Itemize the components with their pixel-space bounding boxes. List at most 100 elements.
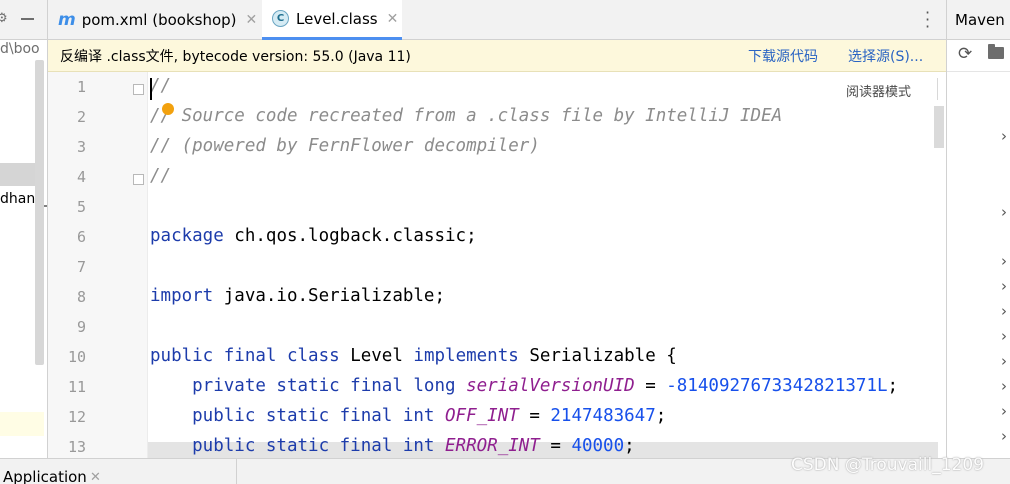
code-token: ch.qos.logback.classic; <box>223 226 477 246</box>
code-token: = <box>634 376 667 396</box>
maven-header: Maven <box>947 0 1010 40</box>
code-line[interactable]: // Source code recreated from a .class f… <box>150 106 782 126</box>
tab-label: pom.xml (bookshop) <box>81 11 237 29</box>
line-number: 3 <box>76 138 86 156</box>
code-line[interactable]: import java.io.Serializable; <box>150 286 445 306</box>
tab-pom-xml[interactable]: m pom.xml (bookshop) ✕ <box>58 0 257 40</box>
chevron-right-icon[interactable]: › <box>1001 352 1007 370</box>
code-token: ; <box>655 406 667 426</box>
maven-toolbar: ⟳ <box>947 40 1010 72</box>
line-number: 1 <box>76 78 86 96</box>
code-line[interactable]: public static final int ERROR_INT = 4000… <box>150 436 635 456</box>
chevron-right-icon[interactable]: › <box>1001 203 1007 221</box>
tab-level-class[interactable]: C Level.class ✕ <box>262 0 402 40</box>
tab-label: Level.class <box>296 9 378 28</box>
maven-title: Maven <box>955 11 1005 29</box>
code-token: // Source code recreated from a .class f… <box>150 106 783 126</box>
project-scrollbar[interactable] <box>35 60 44 365</box>
chevron-right-icon[interactable]: › <box>1001 327 1007 345</box>
chevron-right-icon[interactable]: › <box>1001 427 1007 445</box>
maven-panel: Maven ⟳ › › › › › › › › › › <box>946 0 1010 458</box>
code-line[interactable]: // <box>150 166 171 186</box>
code-token: ; <box>887 376 899 396</box>
code-token: public static final int <box>150 406 446 426</box>
download-sources-link[interactable]: 下载源代码 <box>748 46 818 66</box>
highlighted-tree-row[interactable] <box>0 412 44 436</box>
code-token: OFF_INT <box>445 406 519 426</box>
watermark: CSDN @Trouvaill_1209 <box>791 455 984 475</box>
code-token: = <box>539 436 572 456</box>
code-token: Level <box>339 346 414 366</box>
fold-marker-icon[interactable] <box>133 174 144 185</box>
code-token: Serializable { <box>518 346 677 366</box>
line-number: 8 <box>76 288 86 306</box>
chevron-right-icon[interactable]: › <box>1001 127 1007 145</box>
folder-icon[interactable] <box>988 44 1004 59</box>
code-token: public final class <box>150 346 340 366</box>
code-token: // (powered by FernFlower decompiler) <box>150 136 540 156</box>
line-number: 2 <box>76 108 86 126</box>
intention-bulb-icon[interactable] <box>162 103 174 115</box>
more-vertical-icon[interactable]: · · · <box>925 5 930 35</box>
code-token: private static final long <box>150 376 467 396</box>
code-token: 40000 <box>571 436 625 456</box>
gear-icon[interactable]: ⚙ <box>0 11 8 26</box>
code-editor[interactable]: 1 2 3 4 5 6 7 8 9 10 11 12 13 //// Source code recre… <box>48 72 946 458</box>
line-number: 12 <box>67 408 86 426</box>
code-token: -8140927673342821371L <box>666 376 888 396</box>
line-number: 9 <box>76 318 86 336</box>
project-path: d\boo <box>0 41 40 57</box>
code-line[interactable]: package ch.qos.logback.classic; <box>150 226 477 246</box>
line-gutter: 1 2 3 4 5 6 7 8 9 10 11 12 13 <box>48 72 148 458</box>
editor-header-divider <box>937 78 938 100</box>
chevron-right-icon[interactable]: › <box>1001 377 1007 395</box>
code-token: // <box>150 76 172 96</box>
line-number: 5 <box>76 198 86 216</box>
code-token: implements <box>413 346 519 366</box>
code-token: package <box>150 226 224 246</box>
maven-m-icon: m <box>58 10 76 30</box>
chevron-right-icon[interactable]: › <box>1001 252 1007 270</box>
fold-marker-icon[interactable] <box>133 84 144 95</box>
code-token: ERROR_INT <box>445 436 540 456</box>
banner-message: 反编译 .class文件, bytecode version: 55.0 (Ja… <box>60 49 411 65</box>
chevron-right-icon[interactable]: › <box>1001 277 1007 295</box>
code-token: = <box>518 406 551 426</box>
refresh-icon[interactable]: ⟳ <box>958 44 972 64</box>
choose-sources-link[interactable]: 选择源(S)... <box>848 46 923 66</box>
code-line[interactable]: public final class Level implements Seri… <box>150 346 677 366</box>
text-caret <box>150 78 152 100</box>
code-token: java.io.Serializable; <box>213 286 446 306</box>
code-line[interactable]: // (powered by FernFlower decompiler) <box>150 136 540 156</box>
code-line[interactable]: private static final long serialVersionU… <box>150 376 898 396</box>
code-token: serialVersionUID <box>466 376 635 396</box>
code-token: import <box>150 286 214 306</box>
line-number: 11 <box>67 378 86 396</box>
editor-tab-bar: m pom.xml (bookshop) ✕ C Level.class ✕ ·… <box>48 0 946 40</box>
collapse-icon[interactable] <box>20 9 34 23</box>
bottom-divider <box>236 459 237 484</box>
code-token: public static final int <box>150 436 446 456</box>
run-tab-application[interactable]: Application <box>3 468 87 484</box>
project-toolbar: ⚙ <box>0 0 47 40</box>
line-number: 4 <box>76 168 86 186</box>
close-icon[interactable]: ✕ <box>246 12 258 28</box>
code-line[interactable]: public static final int OFF_INT = 214748… <box>150 406 666 426</box>
code-token: // <box>150 166 172 186</box>
line-number: 10 <box>67 348 86 366</box>
editor-scrollbar[interactable] <box>934 106 944 148</box>
line-number: 6 <box>76 228 86 246</box>
code-line[interactable]: // <box>150 76 171 96</box>
reader-mode-toggle[interactable]: 阅读器模式 <box>846 81 911 100</box>
code-token: 2147483647 <box>550 406 656 426</box>
close-icon[interactable]: ✕ <box>90 470 101 484</box>
class-c-icon: C <box>272 10 289 27</box>
project-panel: ⚙ d\boo dhand_ <box>0 0 48 458</box>
chevron-right-icon[interactable]: › <box>1001 402 1007 420</box>
decompiler-banner: 反编译 .class文件, bytecode version: 55.0 (Ja… <box>48 40 946 72</box>
chevron-right-icon[interactable]: › <box>1001 302 1007 320</box>
line-number: 13 <box>67 438 86 456</box>
close-icon[interactable]: ✕ <box>387 11 399 27</box>
code-token: ; <box>624 436 635 456</box>
line-number: 7 <box>76 258 86 276</box>
